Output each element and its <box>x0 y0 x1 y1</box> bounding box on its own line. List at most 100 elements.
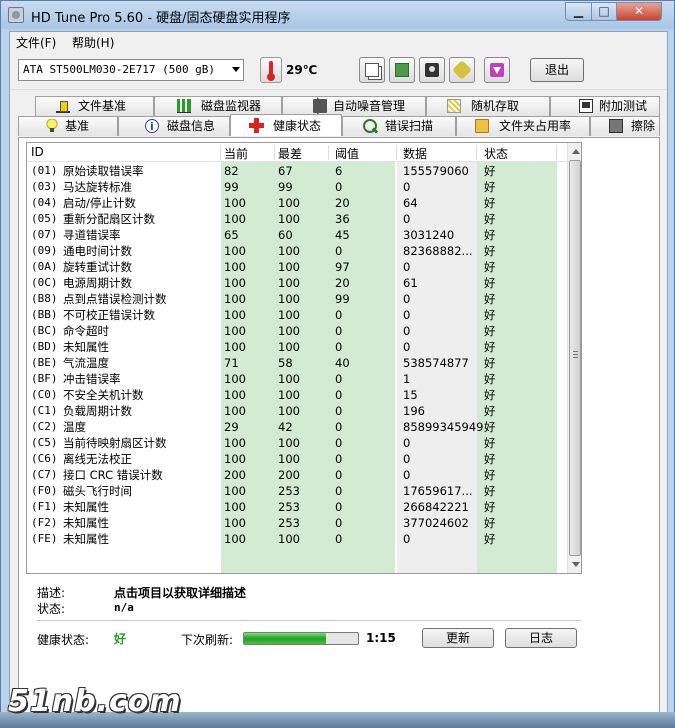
cell-id: (C1) <box>31 404 58 417</box>
header-separator <box>476 145 477 160</box>
tab-folder-usage[interactable]: 文件夹占用率 <box>456 116 590 136</box>
copy-icon <box>365 63 379 77</box>
cell-data: 196 <box>403 404 425 418</box>
cell-data: 377024602 <box>403 516 469 530</box>
table-row[interactable]: (F2) 未知属性 100 253 0 377024602 好 <box>27 515 567 531</box>
header-status[interactable]: 状态 <box>484 145 508 162</box>
cell-name: 电源周期计数 <box>63 276 132 290</box>
cell-name: 不安全关机计数 <box>63 388 144 402</box>
cell-status: 好 <box>484 420 496 434</box>
cell-data: 0 <box>403 532 411 546</box>
cell-name: 马达旋转标准 <box>63 180 132 194</box>
header-data[interactable]: 数据 <box>403 145 427 162</box>
tab-random-access[interactable]: 随机存取 <box>426 96 550 116</box>
cell-data: 538574877 <box>403 356 469 370</box>
scroll-down-icon[interactable] <box>572 562 580 567</box>
tab-disk-info[interactable]: 磁盘信息 <box>118 116 230 136</box>
minimize-button[interactable]: ▁ <box>565 2 592 21</box>
screenshot-button[interactable] <box>419 57 445 83</box>
table-header: ID 当前 最差 阈值 数据 状态 <box>27 143 567 162</box>
options-button[interactable] <box>449 57 475 83</box>
table-row[interactable]: (BF) 冲击错误率 100 100 0 1 好 <box>27 371 567 387</box>
menu-help[interactable]: 帮助(H) <box>72 34 114 51</box>
cell-cur: 100 <box>224 244 246 258</box>
refresh-button[interactable]: 更新 <box>422 628 494 648</box>
cell-id: (C6) <box>31 452 58 465</box>
cell-thr: 0 <box>335 500 343 514</box>
cell-worst: 100 <box>278 324 300 338</box>
table-row[interactable]: (F1) 未知属性 100 253 0 266842221 好 <box>27 499 567 515</box>
table-row[interactable]: (BD) 未知属性 100 100 0 0 好 <box>27 339 567 355</box>
cell-thr: 6 <box>335 164 343 178</box>
cell-data: 0 <box>403 180 411 194</box>
header-threshold[interactable]: 阈值 <box>335 145 359 162</box>
copy-info-button[interactable] <box>359 57 385 83</box>
copy-all-button[interactable] <box>389 57 415 83</box>
cell-worst: 100 <box>278 372 300 386</box>
tab-erase[interactable]: 擦除 <box>590 116 660 136</box>
close-button[interactable]: ✕ <box>616 2 662 21</box>
table-row[interactable]: (04) 启动/停止计数 100 100 20 64 好 <box>27 195 567 211</box>
table-row[interactable]: (BB) 不可校正错误计数 100 100 0 0 好 <box>27 307 567 323</box>
cell-id: (0C) <box>31 276 58 289</box>
tab-benchmark[interactable]: 基准 <box>18 116 118 136</box>
app-window: HD Tune Pro 5.60 - 硬盘/固态硬盘实用程序 ▁ □ ✕ 文件(… <box>0 0 675 728</box>
table-row[interactable]: (03) 马达旋转标准 99 99 0 0 好 <box>27 179 567 195</box>
cell-name: 寻道错误率 <box>63 228 121 242</box>
cell-name: 未知属性 <box>63 340 109 354</box>
cell-id: (F2) <box>31 516 58 529</box>
cell-worst: 67 <box>278 164 293 178</box>
cell-thr: 0 <box>335 436 343 450</box>
scroll-thumb[interactable] <box>569 160 581 556</box>
table-row[interactable]: (C6) 离线无法校正 100 100 0 0 好 <box>27 451 567 467</box>
cell-worst: 100 <box>278 244 300 258</box>
cell-cur: 100 <box>224 196 246 210</box>
header-id[interactable]: ID <box>31 145 44 159</box>
table-row[interactable]: (F0) 磁头飞行时间 100 253 0 17659617... 好 <box>27 483 567 499</box>
table-row[interactable]: (FE) 未知属性 100 100 0 0 好 <box>27 531 567 547</box>
tab-error-scan[interactable]: 错误扫描 <box>342 116 456 136</box>
table-row[interactable]: (C7) 接口 CRC 错误计数 200 200 0 0 好 <box>27 467 567 483</box>
table-row[interactable]: (C5) 当前待映射扇区计数 100 100 0 0 好 <box>27 435 567 451</box>
header-current[interactable]: 当前 <box>224 145 248 162</box>
scroll-up-icon[interactable] <box>572 149 580 154</box>
cell-cur: 100 <box>224 484 246 498</box>
table-row[interactable]: (C1) 负载周期计数 100 100 0 196 好 <box>27 403 567 419</box>
log-button[interactable]: 日志 <box>505 628 577 648</box>
table-row[interactable]: (BE) 气流温度 71 58 40 538574877 好 <box>27 355 567 371</box>
table-row[interactable]: (01) 原始读取错误率 82 67 6 155579060 好 <box>27 163 567 179</box>
cell-data: 64 <box>403 196 418 210</box>
tab-disk-monitor[interactable]: 磁盘监视器 <box>154 96 282 116</box>
drive-select[interactable]: ATA ST500LM030-2E717 (500 gB) <box>18 59 244 81</box>
vertical-scrollbar[interactable] <box>567 143 581 573</box>
table-row[interactable]: (C0) 不安全关机计数 100 100 0 15 好 <box>27 387 567 403</box>
menu-file[interactable]: 文件(F) <box>16 34 56 51</box>
cell-data: 0 <box>403 324 411 338</box>
table-row[interactable]: (BC) 命令超时 100 100 0 0 好 <box>27 323 567 339</box>
tab-file-benchmark[interactable]: 文件基准 <box>35 96 154 116</box>
cell-name: 未知属性 <box>63 516 109 530</box>
download-button[interactable] <box>484 57 510 83</box>
header-worst[interactable]: 最差 <box>278 145 302 162</box>
window-title: HD Tune Pro 5.60 - 硬盘/固态硬盘实用程序 <box>31 11 291 26</box>
cell-name: 不可校正错误计数 <box>63 308 155 322</box>
tab-health[interactable]: 健康状态 <box>230 114 342 136</box>
table-row[interactable]: (0C) 电源周期计数 100 100 20 61 好 <box>27 275 567 291</box>
cell-id: (03) <box>31 180 58 193</box>
table-row[interactable]: (05) 重新分配扇区计数 100 100 36 0 好 <box>27 211 567 227</box>
table-row[interactable]: (07) 寻道错误率 65 60 45 3031240 好 <box>27 227 567 243</box>
table-row[interactable]: (0A) 旋转重试计数 100 100 97 0 好 <box>27 259 567 275</box>
cell-data: 82368882... <box>403 244 473 258</box>
cell-cur: 100 <box>224 436 246 450</box>
tab-aam[interactable]: 自动噪音管理 <box>282 96 426 116</box>
cell-name: 未知属性 <box>63 500 109 514</box>
table-row[interactable]: (09) 通电时间计数 100 100 0 82368882... 好 <box>27 243 567 259</box>
tab-extra-tests[interactable]: 附加测试 <box>550 96 660 116</box>
table-row[interactable]: (B8) 点到点错误检测计数 100 100 99 0 好 <box>27 291 567 307</box>
title-bar[interactable]: HD Tune Pro 5.60 - 硬盘/固态硬盘实用程序 ▁ □ ✕ <box>1 1 674 29</box>
exit-button[interactable]: 退出 <box>530 58 584 82</box>
maximize-button[interactable]: □ <box>591 2 617 21</box>
cell-worst: 100 <box>278 452 300 466</box>
table-row[interactable]: (C2) 温度 29 42 0 85899345949 好 <box>27 419 567 435</box>
cell-status: 好 <box>484 212 496 226</box>
